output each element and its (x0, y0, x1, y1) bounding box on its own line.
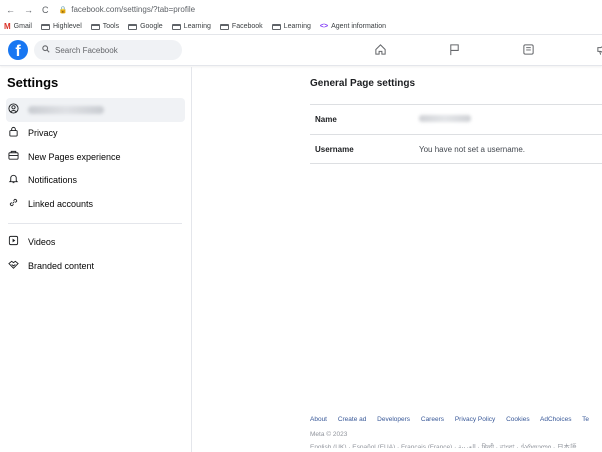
back-arrow-icon[interactable]: ← (6, 5, 15, 15)
footer-link-privacy-policy[interactable]: Privacy Policy (455, 416, 495, 423)
footer-link-careers[interactable]: Careers (421, 416, 444, 423)
footer-link-adchoices[interactable]: AdChoices (540, 416, 571, 423)
bell-icon (8, 173, 22, 187)
sidebar-item-new-pages-experience[interactable]: New Pages experience (6, 145, 185, 169)
footer-link-cookies[interactable]: Cookies (506, 416, 529, 423)
sidebar-item-privacy[interactable]: Privacy (6, 122, 185, 146)
profile-name-redacted (28, 105, 104, 114)
row-value-redacted (419, 115, 471, 124)
bookmarks-bar: M Gmail Highlevel Tools Google Learning F… (0, 19, 602, 35)
news-icon[interactable] (491, 43, 565, 59)
browser-nav: ← → C (6, 5, 49, 15)
facebook-header: f Search Facebook (0, 35, 602, 66)
folder-icon (271, 23, 281, 30)
bookmark-learning[interactable]: Learning (171, 23, 211, 30)
link-icon (8, 197, 22, 211)
bookmark-learning-2[interactable]: Learning (271, 23, 311, 30)
search-icon (42, 45, 50, 55)
sidebar-item-profile[interactable] (6, 98, 185, 122)
folder-icon (219, 23, 229, 30)
address-bar: ← → C 🔒 facebook.com/settings/?tab=profi… (0, 0, 602, 19)
settings-main: General Page settings Name Username You … (310, 67, 602, 164)
home-icon[interactable] (343, 43, 417, 59)
sidebar-item-notifications[interactable]: Notifications (6, 169, 185, 193)
facebook-logo[interactable]: f (8, 40, 28, 60)
pages-icon (8, 150, 22, 164)
footer-link-developers[interactable]: Developers (377, 416, 410, 423)
video-icon (8, 235, 22, 249)
sidebar-item-branded-content[interactable]: Branded content (6, 254, 185, 278)
page-title: General Page settings (310, 78, 416, 89)
forward-arrow-icon[interactable]: → (24, 5, 33, 15)
settings-row-name[interactable]: Name (310, 104, 602, 134)
lock-icon: 🔒 (58, 6, 68, 14)
name-value-blurred (419, 115, 471, 122)
lock-icon (8, 126, 22, 140)
folder-icon (128, 23, 138, 30)
row-label: Username (315, 144, 354, 154)
reload-icon[interactable]: C (42, 5, 49, 15)
row-value: You have not set a username. (419, 144, 525, 154)
sidebar-item-videos[interactable]: Videos (6, 231, 185, 255)
footer-links: About Create ad Developers Careers Priva… (310, 416, 602, 423)
footer-link-create-ad[interactable]: Create ad (338, 416, 367, 423)
code-icon: <> (319, 23, 329, 30)
bookmark-gmail[interactable]: M Gmail (4, 22, 32, 31)
bookmark-google[interactable]: Google (128, 23, 163, 30)
folder-icon (90, 23, 100, 30)
sidebar-divider (8, 222, 182, 224)
sidebar-item-linked-accounts[interactable]: Linked accounts (6, 192, 185, 216)
sidebar-title: Settings (7, 75, 59, 90)
bookmark-agent-information[interactable]: <> Agent information (320, 23, 386, 30)
bookmark-highlevel[interactable]: Highlevel (40, 23, 82, 30)
user-circle-icon (8, 103, 22, 117)
gmail-icon: M (4, 22, 11, 31)
row-label: Name (315, 115, 337, 124)
url-text[interactable]: facebook.com/settings/?tab=profile (71, 5, 195, 14)
page-footer: About Create ad Developers Careers Priva… (310, 416, 602, 448)
footer-link-about[interactable]: About (310, 416, 327, 423)
copyright: Meta © 2023 (310, 431, 348, 438)
settings-table: Name Username You have not set a usernam… (310, 104, 602, 164)
bookmark-tools[interactable]: Tools (90, 23, 119, 30)
flag-icon[interactable] (417, 43, 491, 59)
settings-row-username[interactable]: Username You have not set a username. (310, 134, 602, 164)
search-input[interactable]: Search Facebook (34, 40, 182, 60)
folder-icon (40, 23, 50, 30)
footer-link-terms[interactable]: Te (582, 416, 589, 423)
handshake-icon (8, 259, 22, 273)
megaphone-icon[interactable] (565, 43, 602, 59)
settings-sidebar: Settings Privacy New Pages experience No… (0, 67, 192, 452)
folder-icon (171, 23, 181, 30)
bookmark-facebook[interactable]: Facebook (219, 23, 263, 30)
main-nav (343, 35, 602, 66)
language-list[interactable]: English (UK) · Español (EUA) · Français … (310, 441, 602, 448)
